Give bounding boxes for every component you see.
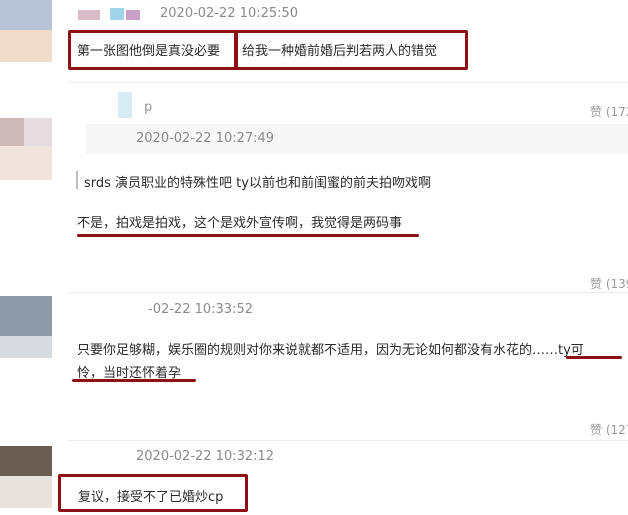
highlight-underline (77, 234, 419, 237)
quoted-comment: srds 演员职业的特殊性吧 ty以前也和前闺蜜的前夫拍吻戏啊 (84, 176, 431, 191)
comment-feed: 2020-02-22 10:25:50 第一张图他倒是真没必要 给我一种婚前婚后… (0, 0, 628, 515)
highlight-box (58, 474, 248, 512)
divider (68, 440, 628, 441)
comment-text: 只要你足够糊，娱乐圈的规则对你来说就都不适用，因为无论如何都没有水花的……ty可 (77, 343, 584, 358)
highlight-underline (72, 379, 196, 382)
reply-timestamp: 2020-02-22 10:27:49 (136, 131, 275, 146)
like-count[interactable]: 赞 (127 (590, 421, 628, 438)
divider (68, 292, 628, 293)
highlight-underline (566, 356, 622, 359)
comment-timestamp: 2020-02-22 10:25:50 (160, 6, 299, 21)
avatar[interactable] (0, 118, 52, 180)
comment-timestamp: -02-22 10:33:52 (148, 302, 253, 317)
username-blurred[interactable] (78, 8, 148, 22)
quote-bar (76, 171, 78, 189)
avatar[interactable] (0, 0, 52, 62)
like-count[interactable]: 赞 (139 (590, 275, 628, 292)
divider (68, 82, 628, 83)
comment-timestamp: 2020-02-22 10:32:12 (136, 449, 275, 464)
like-count[interactable]: 赞 (172 (590, 103, 628, 120)
comment-text: 不是，拍戏是拍戏，这个是戏外宣传啊，我觉得是两码事 (77, 216, 403, 231)
reply-username[interactable]: p (144, 100, 152, 115)
avatar[interactable] (0, 446, 52, 508)
avatar[interactable] (0, 296, 52, 358)
highlight-box (234, 30, 468, 70)
highlight-box (68, 30, 238, 70)
